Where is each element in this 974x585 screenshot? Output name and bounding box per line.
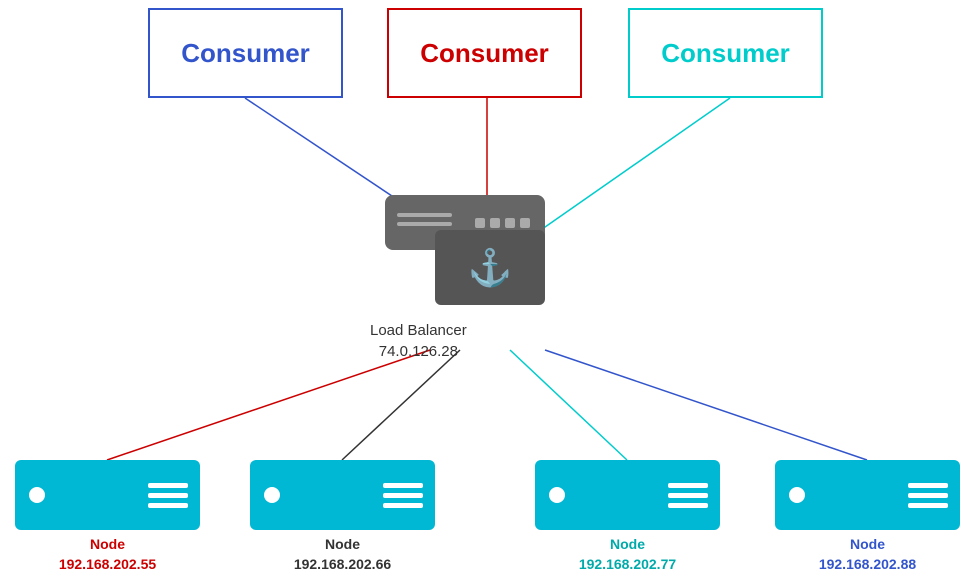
node4-lines-icon [908,483,948,508]
router-port-1 [475,218,485,228]
node2-label: Node 192.168.202.66 [250,535,435,574]
network-diagram: Consumer Consumer Consumer ⚓ Load Bala [0,0,974,585]
node2-lines-icon [383,483,423,508]
node-box-4 [775,460,960,530]
router-line-1 [397,213,452,217]
node3-label: Node 192.168.202.77 [535,535,720,574]
node1-title: Node [15,535,200,555]
node3-line-3 [668,503,708,508]
node-box-1 [15,460,200,530]
node3-dot [549,487,565,503]
node-box-2 [250,460,435,530]
router-line-2 [397,222,452,226]
node1-label: Node 192.168.202.55 [15,535,200,574]
consumer-cyan-label: Consumer [661,38,790,69]
node1-lines-icon [148,483,188,508]
load-balancer-label: Load Balancer 74.0.126.28 [370,320,467,362]
node4-ip: 192.168.202.88 [775,555,960,575]
consumer-box-red: Consumer [387,8,582,98]
node4-label: Node 192.168.202.88 [775,535,960,574]
node2-line-1 [383,483,423,488]
lb-ip: 74.0.126.28 [370,341,467,362]
node3-ip: 192.168.202.77 [535,555,720,575]
node2-line-3 [383,503,423,508]
node2-dot [264,487,280,503]
node4-dot [789,487,805,503]
node2-line-2 [383,493,423,498]
node3-lines-icon [668,483,708,508]
node1-line-1 [148,483,188,488]
switch-icon: ⚓ [435,230,545,305]
node3-line-2 [668,493,708,498]
router-port-3 [505,218,515,228]
consumer-red-label: Consumer [420,38,549,69]
load-balancer-device: ⚓ [375,195,590,310]
router-ports [475,218,530,228]
node4-title: Node [775,535,960,555]
router-lines [397,213,452,226]
node2-title: Node [250,535,435,555]
consumer-box-cyan: Consumer [628,8,823,98]
router-port-2 [490,218,500,228]
node4-line-2 [908,493,948,498]
consumer-blue-label: Consumer [181,38,310,69]
node2-ip: 192.168.202.66 [250,555,435,575]
consumer-box-blue: Consumer [148,8,343,98]
lb-title: Load Balancer [370,320,467,341]
node1-ip: 192.168.202.55 [15,555,200,575]
node1-line-2 [148,493,188,498]
node-box-3 [535,460,720,530]
node1-dot [29,487,45,503]
node3-line-1 [668,483,708,488]
node4-line-1 [908,483,948,488]
node4-line-3 [908,503,948,508]
distributor-symbol: ⚓ [468,247,513,289]
router-port-4 [520,218,530,228]
node3-title: Node [535,535,720,555]
node1-line-3 [148,503,188,508]
